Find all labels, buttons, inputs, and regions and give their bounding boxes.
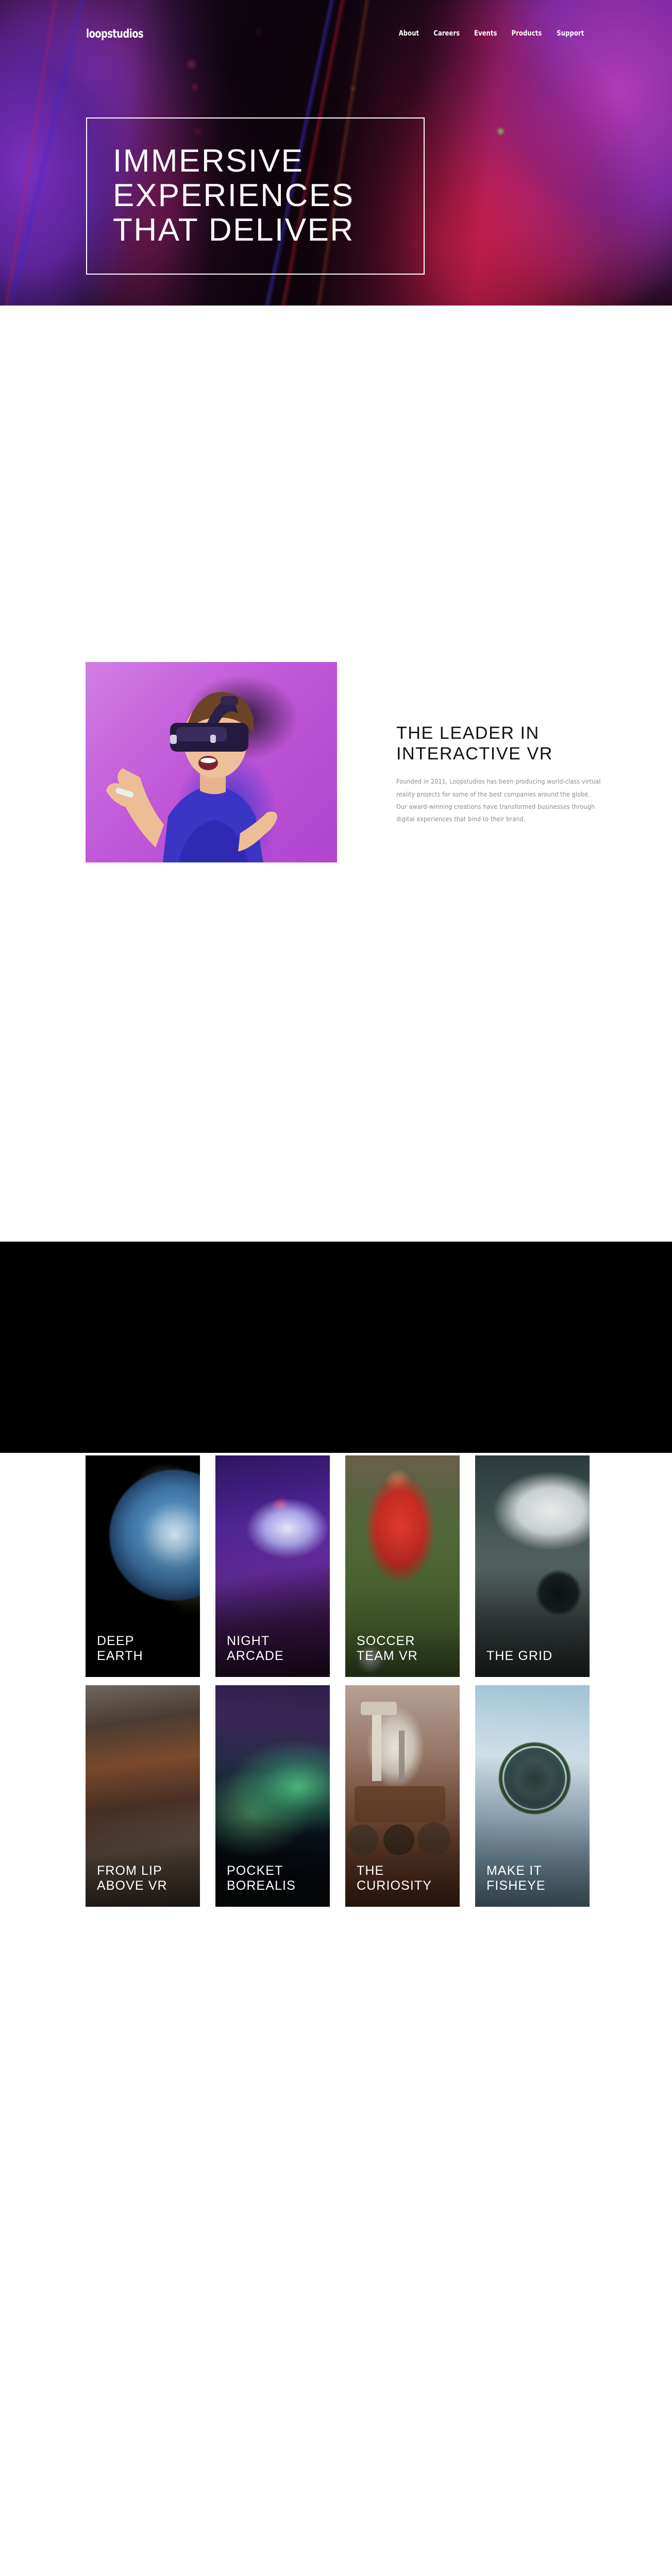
nav-item-events[interactable]: Events [474, 29, 497, 38]
creations-grid: Deep Earth Night Arcade Soccer Team VR [86, 1455, 590, 1907]
logo[interactable]: loopstudios [86, 27, 144, 41]
site-footer: loopstudios About Careers Events Product… [0, 1242, 672, 1453]
creation-card-the-curiosity[interactable]: The Curiosity [345, 1685, 460, 1907]
creation-title-line1: Soccer [357, 1634, 415, 1648]
creation-title: From lip above VR [97, 1863, 193, 1893]
creation-card-from-lip-above-vr[interactable]: From lip above VR [86, 1685, 200, 1907]
creation-title-line1: Make it [486, 1863, 542, 1878]
creation-title-line2: Earth [97, 1649, 143, 1663]
about-body: Founded in 2011, Loopstudios has been pr… [396, 777, 601, 823]
creation-title: Pocket Borealis [227, 1863, 323, 1893]
hero-title: Immersive experiences that deliver [87, 144, 355, 248]
nav-item-careers[interactable]: Careers [433, 29, 460, 38]
about-heading: The leader in interactive VR [396, 723, 602, 764]
creation-title-line2: Team VR [357, 1649, 418, 1663]
creation-card-pocket-borealis[interactable]: Pocket Borealis [215, 1685, 330, 1907]
creation-title-line1: Deep [97, 1634, 135, 1648]
creation-title-line1: Pocket [227, 1863, 283, 1878]
creation-card-deep-earth[interactable]: Deep Earth [86, 1455, 200, 1677]
vr-photo [86, 662, 337, 862]
creation-title: Make it Fisheye [486, 1863, 582, 1893]
creation-title: Soccer Team VR [357, 1634, 452, 1664]
main-nav: About Careers Events Products Support [398, 29, 585, 38]
creation-title-line1: The [357, 1863, 384, 1878]
creation-card-night-arcade[interactable]: Night Arcade [215, 1455, 330, 1677]
nav-item-products[interactable]: Products [512, 29, 542, 38]
creation-title-line2: Borealis [227, 1878, 296, 1893]
creation-title-line2: Arcade [227, 1649, 284, 1663]
about-text-block: The leader in interactive VR Founded in … [396, 723, 602, 826]
about-heading-line1: The leader in [396, 723, 540, 743]
creation-title-line2: Curiosity [357, 1878, 432, 1893]
about-section: The leader in interactive VR Founded in … [0, 306, 672, 862]
hero-title-line2: experiences [113, 178, 355, 214]
about-heading-line2: interactive VR [396, 744, 553, 764]
creation-title-line1: The Grid [486, 1649, 553, 1663]
creation-card-make-it-fisheye[interactable]: Make it Fisheye [475, 1685, 590, 1907]
site-header: loopstudios About Careers Events Product… [0, 0, 672, 58]
creation-title: The Curiosity [357, 1863, 452, 1893]
creation-title-line1: From lip [97, 1863, 162, 1878]
creation-card-soccer-team-vr[interactable]: Soccer Team VR [345, 1455, 460, 1677]
creation-title-line2: above VR [97, 1878, 167, 1893]
vr-person-illustration [106, 692, 277, 862]
creation-title-line2: Fisheye [486, 1878, 546, 1893]
hero-title-line3: that deliver [113, 212, 355, 248]
creation-title: Night Arcade [227, 1634, 323, 1664]
hero-section: loopstudios About Careers Events Product… [0, 0, 672, 306]
nav-item-support[interactable]: Support [557, 29, 584, 38]
creation-title: The Grid [486, 1649, 582, 1664]
creation-card-the-grid[interactable]: The Grid [475, 1455, 590, 1677]
creation-title: Deep Earth [97, 1634, 193, 1664]
creation-title-line1: Night [227, 1634, 270, 1648]
creation-overlay [475, 1455, 590, 1677]
hero-title-line1: Immersive [113, 143, 304, 179]
nav-item-about[interactable]: About [398, 29, 418, 38]
hero-text-box: Immersive experiences that deliver [86, 117, 425, 275]
